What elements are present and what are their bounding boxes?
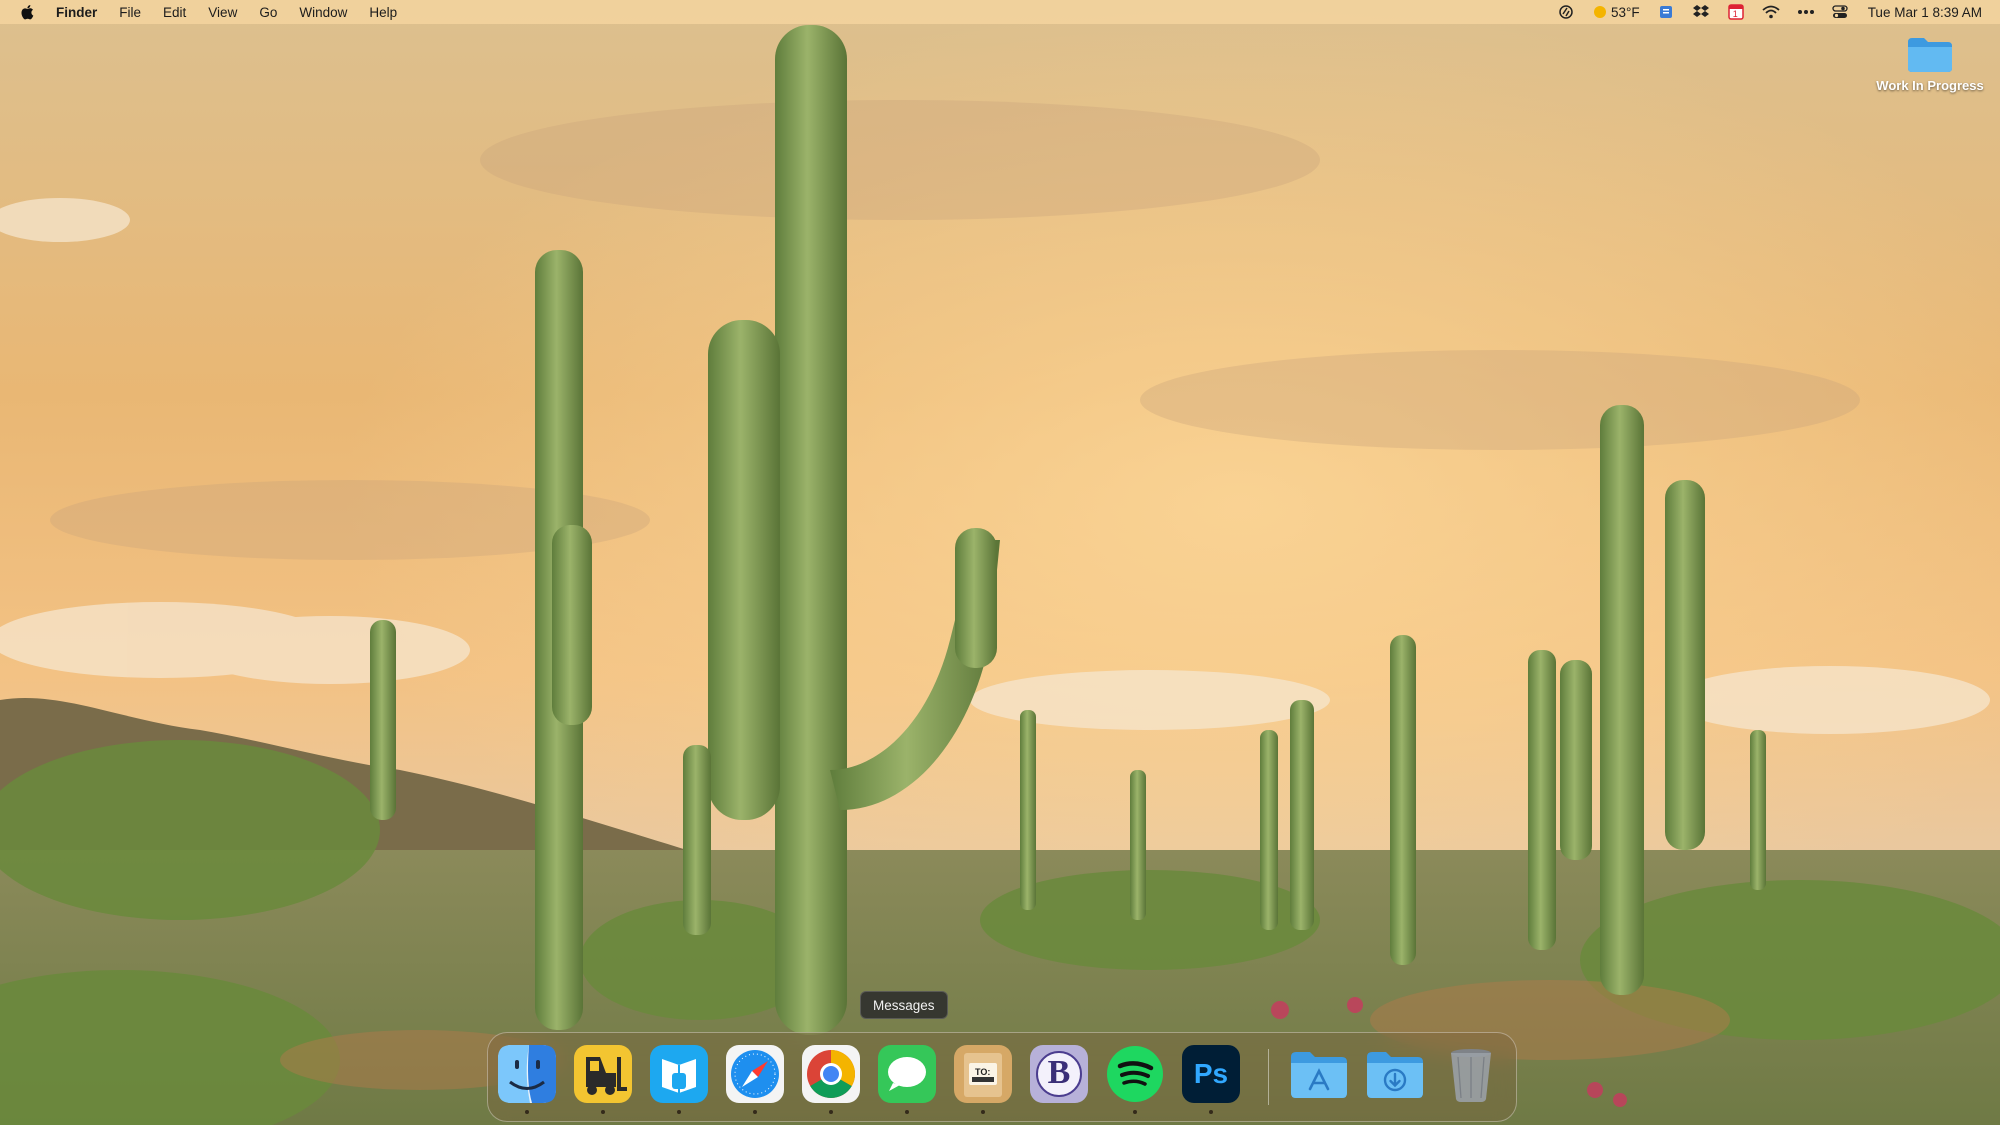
dock-forklift[interactable] (572, 1043, 634, 1114)
menu-go[interactable]: Go (259, 5, 277, 20)
dock-messages[interactable] (876, 1043, 938, 1114)
dock-applications-folder[interactable] (1288, 1043, 1350, 1105)
desktop-folder-work-in-progress[interactable]: Work In Progress (1864, 34, 1996, 93)
running-indicator (525, 1110, 529, 1114)
menu-window[interactable]: Window (299, 5, 347, 20)
messages-icon (878, 1045, 936, 1103)
trash-icon (1451, 1049, 1491, 1102)
deliveries-label: TO: (975, 1067, 991, 1077)
finder-icon (498, 1045, 556, 1103)
menu-bar-status: 53°F 1 Tue Mar 1 8:39 AM (1540, 0, 2000, 24)
weather-status[interactable]: 53°F (1592, 4, 1640, 20)
calendar-day: 1 (1732, 8, 1738, 19)
sun-icon (1594, 6, 1607, 18)
photoshop-label: Ps (1193, 1058, 1229, 1089)
running-indicator (905, 1110, 909, 1114)
dock-divider (1268, 1049, 1269, 1105)
dock-spotify[interactable] (1104, 1043, 1166, 1114)
dock-finder[interactable] (496, 1043, 558, 1114)
desktop-folder-label: Work In Progress (1876, 78, 1984, 93)
desktop-wallpaper (0, 0, 2000, 1125)
bbedit-label: B (1047, 1054, 1071, 1091)
dock-bbedit[interactable]: B (1028, 1043, 1090, 1105)
menu-file[interactable]: File (119, 5, 141, 20)
clipboard-icon[interactable] (1658, 4, 1674, 20)
dock-downloads-folder[interactable] (1364, 1043, 1426, 1105)
spotify-icon (1107, 1046, 1163, 1102)
running-indicator (677, 1110, 681, 1114)
dock-photoshop[interactable]: Ps (1180, 1043, 1242, 1114)
menu-clock[interactable]: Tue Mar 1 8:39 AM (1868, 5, 1982, 20)
running-indicator (1133, 1110, 1137, 1114)
menu-app-name[interactable]: Finder (56, 5, 97, 20)
applications-folder-icon (1291, 1052, 1347, 1098)
downloads-folder-icon (1367, 1052, 1423, 1098)
dock-mail-client[interactable] (648, 1043, 710, 1114)
wifi-icon[interactable] (1762, 5, 1780, 19)
dock-deliveries[interactable]: TO: (952, 1043, 1014, 1114)
dock-safari[interactable] (724, 1043, 786, 1114)
menu-bar: Finder File Edit View Go Window Help 53°… (0, 0, 2000, 24)
menu-help[interactable]: Help (369, 5, 397, 20)
dock-chrome[interactable] (800, 1043, 862, 1114)
running-indicator (981, 1110, 985, 1114)
running-indicator (753, 1110, 757, 1114)
running-indicator (1209, 1110, 1213, 1114)
menu-bar-left: Finder File Edit View Go Window Help (0, 0, 419, 24)
apple-menu-icon[interactable] (20, 3, 36, 21)
folder-icon (1908, 38, 1952, 72)
weather-temperature: 53°F (1611, 4, 1640, 20)
calendar-status-icon[interactable]: 1 (1727, 4, 1744, 20)
dock: TO: B Ps (487, 1032, 1517, 1122)
menu-view[interactable]: View (208, 5, 237, 20)
mail-icon (650, 1045, 708, 1103)
forklift-icon (574, 1045, 632, 1103)
dock-tooltip: Messages (860, 991, 948, 1019)
more-icon[interactable] (1797, 9, 1814, 15)
dropbox-icon[interactable] (1692, 4, 1710, 20)
menu-edit[interactable]: Edit (163, 5, 186, 20)
control-center-icon[interactable] (1832, 5, 1848, 19)
dock-trash[interactable] (1440, 1043, 1502, 1105)
chrome-icon (802, 1045, 860, 1103)
running-indicator (829, 1110, 833, 1114)
vpn-status-icon[interactable] (1558, 4, 1574, 20)
running-indicator (601, 1110, 605, 1114)
safari-icon (726, 1045, 784, 1103)
